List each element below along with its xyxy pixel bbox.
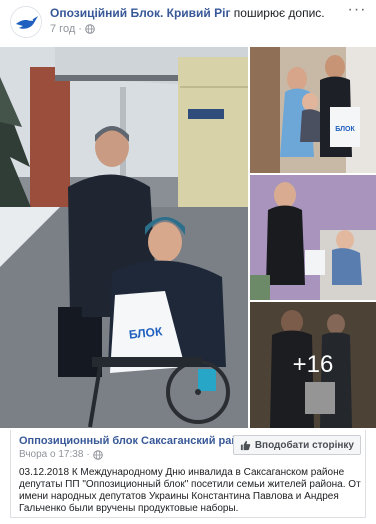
page-avatar[interactable] bbox=[10, 6, 42, 38]
photo-thumbnail-2[interactable] bbox=[250, 175, 376, 300]
shared-post-time[interactable]: Вчора о 17:38 bbox=[19, 449, 83, 460]
globe-icon[interactable] bbox=[85, 24, 95, 34]
main-photo[interactable]: БЛОК bbox=[0, 47, 248, 428]
photo-thumbnail-1[interactable]: БЛОК bbox=[250, 47, 376, 173]
photo-grid: БЛОК БЛОК +16 bbox=[0, 47, 376, 428]
page-name-link[interactable]: Опозиційний Блок. Кривий Ріг bbox=[50, 6, 230, 20]
post-header: Опозиційний Блок. Кривий Ріг поширює доп… bbox=[0, 0, 376, 44]
photo-2-image bbox=[250, 175, 376, 300]
shared-page-name[interactable]: Оппозиционный блок Саксаганский район bbox=[19, 435, 251, 447]
thumb-up-icon bbox=[240, 440, 251, 450]
shared-post-meta: Вчора о 17:38 · bbox=[19, 449, 103, 460]
post-meta: 7 год · bbox=[50, 23, 95, 35]
bird-logo-icon bbox=[11, 7, 41, 37]
more-photos-count: +16 bbox=[292, 351, 334, 378]
photo-1-image: БЛОК bbox=[250, 47, 376, 173]
more-options-button[interactable]: ··· bbox=[346, 2, 368, 21]
shared-post-text: 03.12.2018 К Международному Дню инвалида… bbox=[19, 467, 361, 514]
shared-action-text: поширює допис. bbox=[233, 6, 325, 20]
like-page-button[interactable]: Вподобати сторінку bbox=[232, 435, 361, 455]
globe-icon[interactable] bbox=[92, 449, 103, 460]
like-page-label: Вподобати сторінку bbox=[254, 439, 354, 451]
more-photos-overlay[interactable]: +16 bbox=[250, 302, 376, 428]
post-time[interactable]: 7 год bbox=[50, 23, 75, 35]
shared-post: Оппозиционный блок Саксаганский район Вч… bbox=[10, 430, 366, 518]
photo-thumbnail-3[interactable]: +16 bbox=[250, 302, 376, 428]
main-photo-image: БЛОК bbox=[0, 47, 248, 428]
svg-text:БЛОК: БЛОК bbox=[335, 126, 355, 133]
header-title: Опозиційний Блок. Кривий Ріг поширює доп… bbox=[50, 6, 325, 20]
